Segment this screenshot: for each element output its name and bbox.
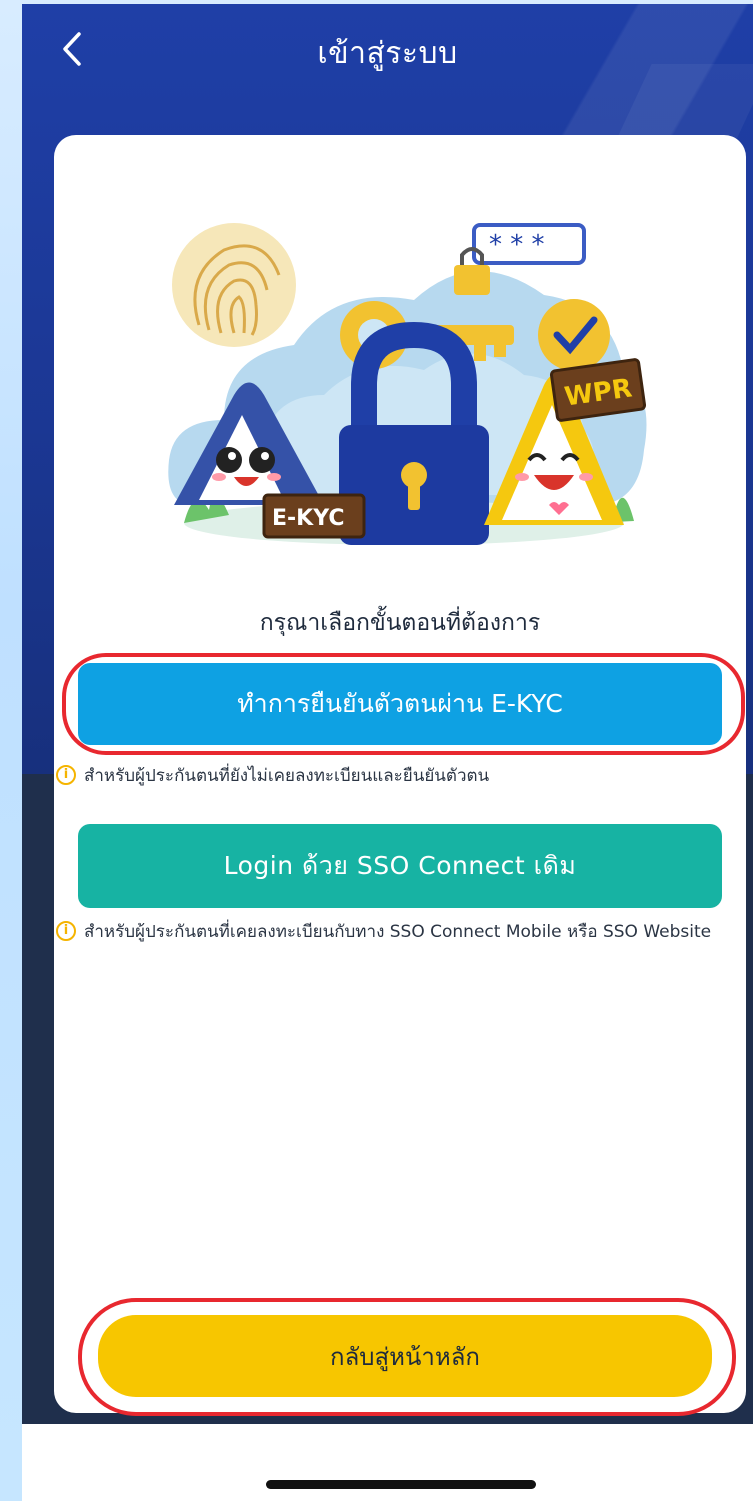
page-title: เข้าสู่ระบบ: [317, 36, 458, 71]
login-card: * * * E-KYC WPR กรุณาเลือกขั้นตอนที่ต้อง…: [54, 135, 746, 1416]
fingerprint-icon: [172, 223, 296, 347]
sso-login-button[interactable]: Login ด้วย SSO Connect เดิม: [78, 824, 722, 908]
home-indicator[interactable]: [266, 1480, 536, 1489]
sso-login-label: Login ด้วย SSO Connect เดิม: [223, 851, 577, 880]
info-icon: i: [56, 921, 76, 941]
choose-step-prompt: กรุณาเลือกขั้นตอนที่ต้องการ: [259, 610, 541, 636]
sso-note-text: สำหรับผู้ประกันตนที่เคยลงทะเบียนกับทาง S…: [84, 922, 712, 942]
back-to-home-button[interactable]: กลับสู่หน้าหลัก: [98, 1315, 712, 1397]
ekyc-verify-button[interactable]: ทำการยืนยันตัวตนผ่าน E-KYC: [78, 663, 722, 745]
small-lock-body: [454, 265, 490, 295]
phone-screen: เข้าสู่ระบบ * * * E-KYC WPR กรุณาเลือกขั…: [22, 4, 753, 1501]
sso-note: i สำหรับผู้ประกันตนที่เคยลงทะเบียนกับทาง…: [54, 919, 728, 945]
info-icon: i: [56, 765, 76, 785]
ekyc-note: i สำหรับผู้ประกันตนที่ยังไม่เคยลงทะเบียน…: [54, 763, 728, 789]
security-illustration: * * * E-KYC WPR: [168, 223, 647, 545]
sign-left-text: E-KYC: [272, 506, 345, 531]
ekyc-verify-label: ทำการยืนยันตัวตนผ่าน E-KYC: [237, 689, 563, 718]
check-circle-icon: [538, 299, 610, 371]
password-stars: * * *: [489, 230, 545, 260]
back-to-home-label: กลับสู่หน้าหลัก: [330, 1342, 480, 1371]
ekyc-note-text: สำหรับผู้ประกันตนที่ยังไม่เคยลงทะเบียนแล…: [84, 766, 490, 786]
